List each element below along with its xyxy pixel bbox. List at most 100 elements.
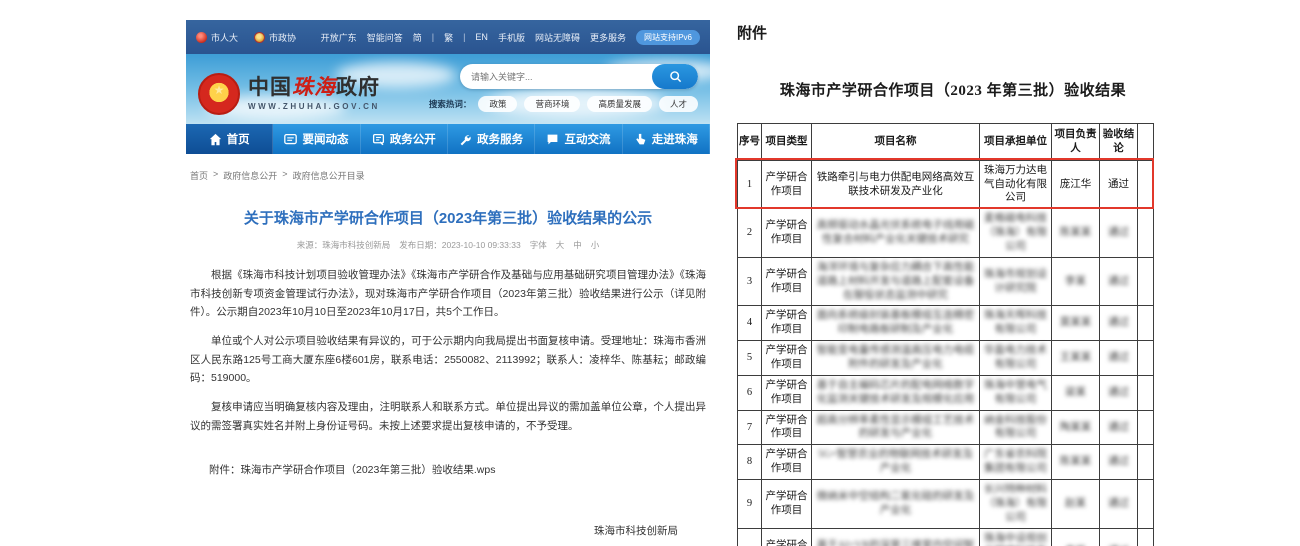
site-name: 中国珠海政府 bbox=[248, 76, 380, 99]
chat-icon bbox=[546, 133, 559, 146]
nav-label: 政务服务 bbox=[477, 131, 523, 147]
cell-leader: 陈某某 bbox=[1052, 445, 1100, 480]
font-size-large[interactable]: 大 bbox=[556, 239, 565, 251]
topbar-link-smart-qa[interactable]: 智能问答 bbox=[367, 31, 403, 44]
search-box bbox=[460, 64, 698, 89]
cell-name: 铁路牵引与电力供配电网络高效互联技术研发及产业化 bbox=[812, 160, 980, 209]
cell-result: 通过 bbox=[1100, 209, 1138, 258]
zhuhai-gov-webpage: 市人大 市政协 开放广东 智能问答 简|繁|EN 手机版 网站无障碍 更多服务 … bbox=[186, 20, 710, 546]
nav-interaction[interactable]: 互动交流 bbox=[535, 124, 622, 154]
cell-empty bbox=[1138, 160, 1154, 209]
cell-org: 广东省农科院集团有限公司 bbox=[980, 445, 1052, 480]
cell-org: 纳金科技股份有限公司 bbox=[980, 410, 1052, 445]
hot-word-business-env[interactable]: 营商环境 bbox=[524, 96, 580, 112]
cell-no: 1 bbox=[738, 160, 762, 209]
cell-leader: 李某 bbox=[1052, 257, 1100, 306]
cell-type: 产学研合作项目 bbox=[762, 209, 812, 258]
lang-english[interactable]: EN bbox=[475, 32, 488, 42]
header-leader: 项目负责人 bbox=[1052, 124, 1100, 161]
news-icon bbox=[284, 133, 297, 146]
main-nav: 首页 要闻动态 政务公开 政务服务 互动交流 走进珠海 bbox=[186, 124, 710, 154]
cell-type: 产学研合作项目 bbox=[762, 528, 812, 546]
cell-empty bbox=[1138, 528, 1154, 546]
cell-type: 产学研合作项目 bbox=[762, 160, 812, 209]
table-row: 8产学研合作项目5G+智慧农业的物联网技术研发及产业化广东省农科院集团有限公司陈… bbox=[738, 445, 1154, 480]
site-logo[interactable]: ★ 中国珠海政府 WWW.ZHUHAI.GOV.CN bbox=[198, 63, 380, 124]
article-meta: 来源：珠海市科技创新局 发布日期：2023-10-10 09:33:33 字体 … bbox=[188, 239, 708, 251]
topbar-link-accessibility[interactable]: 网站无障碍 bbox=[535, 31, 580, 44]
cell-no: 4 bbox=[738, 306, 762, 341]
font-size-medium[interactable]: 中 bbox=[573, 239, 582, 251]
nav-home[interactable]: 首页 bbox=[186, 124, 273, 154]
cell-empty bbox=[1138, 445, 1154, 480]
table-row: 6产学研合作项目基于自主编码芯片的配电网络数字化监测关键技术研发及规模化应用珠海… bbox=[738, 375, 1154, 410]
cell-leader: 秦某 bbox=[1052, 528, 1100, 546]
cell-empty bbox=[1138, 480, 1154, 529]
nav-gov-services[interactable]: 政务服务 bbox=[448, 124, 535, 154]
hot-word-talent[interactable]: 人才 bbox=[659, 96, 698, 112]
font-size-small[interactable]: 小 bbox=[591, 239, 600, 251]
cell-result: 通过 bbox=[1100, 410, 1138, 445]
cell-name: 5G+智慧农业的物联网技术研发及产业化 bbox=[812, 445, 980, 480]
cell-leader: 王某某 bbox=[1052, 341, 1100, 376]
header-type: 项目类型 bbox=[762, 124, 812, 161]
ipv6-badge[interactable]: 网站支持IPv6 bbox=[636, 30, 700, 45]
cell-no: 2 bbox=[738, 209, 762, 258]
attachment-link[interactable]: 附件：珠海市产学研合作项目（2023年第三批）验收结果.wps bbox=[188, 462, 708, 477]
attachment-label: 附件 bbox=[737, 22, 1169, 43]
breadcrumb-info-disclosure[interactable]: 政府信息公开 bbox=[223, 169, 277, 182]
topbar-link-more-services[interactable]: 更多服务 bbox=[590, 31, 626, 44]
lang-simplified[interactable]: 简 bbox=[413, 31, 422, 44]
cell-empty bbox=[1138, 209, 1154, 258]
results-table-body: 1产学研合作项目铁路牵引与电力供配电网络高效互联技术研发及产业化珠海万力达电气自… bbox=[738, 160, 1154, 546]
topbar: 市人大 市政协 开放广东 智能问答 简|繁|EN 手机版 网站无障碍 更多服务 … bbox=[186, 20, 710, 54]
breadcrumb-info-catalog[interactable]: 政府信息公开目录 bbox=[293, 169, 365, 182]
topbar-link-mobile[interactable]: 手机版 bbox=[498, 31, 525, 44]
cell-type: 产学研合作项目 bbox=[762, 257, 812, 306]
nav-news[interactable]: 要闻动态 bbox=[273, 124, 360, 154]
search-icon bbox=[669, 70, 682, 83]
cell-org: 珠海中设视创元网络科技有限公司 bbox=[980, 528, 1052, 546]
topbar-link-open-guangdong[interactable]: 开放广东 bbox=[321, 31, 357, 44]
cell-org: 珠海中慧电气有限公司 bbox=[980, 375, 1052, 410]
cell-no: 5 bbox=[738, 341, 762, 376]
cppcc-icon bbox=[254, 32, 265, 43]
cell-name: 基于AI+VR的深景三维室内空间智能设计平台开发 bbox=[812, 528, 980, 546]
cell-no: 9 bbox=[738, 480, 762, 529]
breadcrumb-separator: > bbox=[213, 169, 218, 182]
search-button[interactable] bbox=[652, 64, 698, 89]
topbar-link-cppcc[interactable]: 市政协 bbox=[254, 31, 296, 44]
nav-gov-disclosure[interactable]: 政务公开 bbox=[361, 124, 448, 154]
cell-name: 智能变电量传感测温高压电力电缆附件的研发及产业化 bbox=[812, 341, 980, 376]
cell-result: 通过 bbox=[1100, 480, 1138, 529]
cell-result: 通过 bbox=[1100, 257, 1138, 306]
cell-org: 珠海天晖科技有限公司 bbox=[980, 306, 1052, 341]
cell-result: 通过 bbox=[1100, 341, 1138, 376]
search-input[interactable] bbox=[460, 72, 652, 82]
table-header-row: 序号 项目类型 项目名称 项目承担单位 项目负责人 验收结论 bbox=[738, 124, 1154, 161]
hot-word-policy[interactable]: 政策 bbox=[478, 96, 517, 112]
cell-empty bbox=[1138, 410, 1154, 445]
meta-source: 来源：珠海市科技创新局 bbox=[297, 239, 391, 251]
article-paragraph: 复核申请应当明确复核内容及理由，注明联系人和联系方式。单位提出异议的需加盖单位公… bbox=[190, 398, 706, 435]
breadcrumb-home[interactable]: 首页 bbox=[190, 169, 208, 182]
cell-empty bbox=[1138, 306, 1154, 341]
hot-word-hq-development[interactable]: 高质量发展 bbox=[587, 96, 652, 112]
nav-about-zhuhai[interactable]: 走进珠海 bbox=[623, 124, 710, 154]
lang-traditional[interactable]: 繁 bbox=[444, 31, 453, 44]
separator: | bbox=[432, 32, 434, 42]
cell-result: 通过 bbox=[1100, 375, 1138, 410]
results-table: 序号 项目类型 项目名称 项目承担单位 项目负责人 验收结论 1产学研合作项目铁… bbox=[737, 123, 1154, 546]
cell-type: 产学研合作项目 bbox=[762, 341, 812, 376]
cell-org: 长兴特种材料（珠海）有限公司 bbox=[980, 480, 1052, 529]
cell-type: 产学研合作项目 bbox=[762, 375, 812, 410]
topbar-link-peoples-congress[interactable]: 市人大 bbox=[196, 31, 238, 44]
article-title: 关于珠海市产学研合作项目（2023年第三批）验收结果的公示 bbox=[206, 208, 690, 229]
cell-type: 产学研合作项目 bbox=[762, 306, 812, 341]
site-banner: ★ 中国珠海政府 WWW.ZHUHAI.GOV.CN 搜索热词： 政策 营商环境… bbox=[186, 54, 710, 124]
cell-empty bbox=[1138, 341, 1154, 376]
cell-no: 6 bbox=[738, 375, 762, 410]
cell-result: 通过 bbox=[1100, 306, 1138, 341]
cell-name: 微纳米中空结构二氧化硅的研发及产业化 bbox=[812, 480, 980, 529]
home-icon bbox=[209, 133, 222, 146]
